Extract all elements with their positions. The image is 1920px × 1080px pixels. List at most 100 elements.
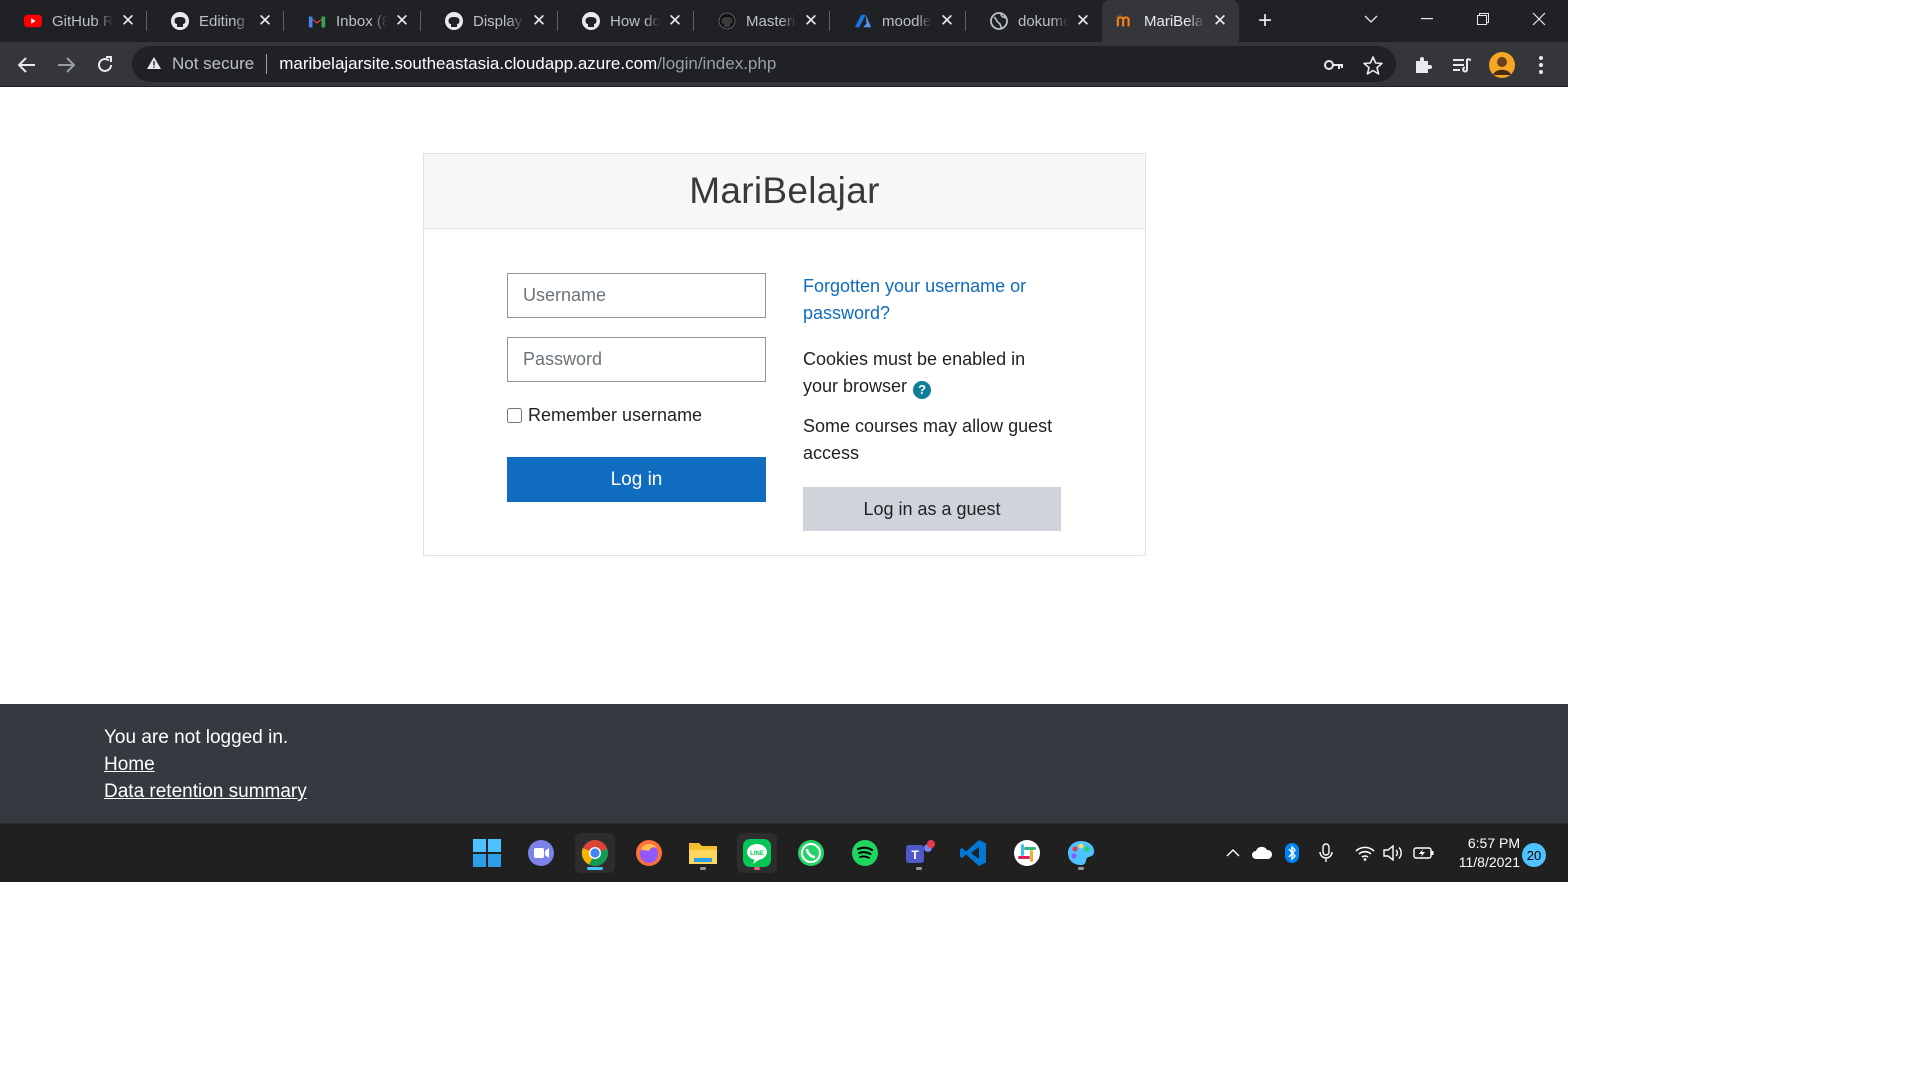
extensions-icon[interactable] bbox=[1408, 50, 1438, 80]
login-status: You are not logged in. bbox=[104, 727, 289, 748]
username-input[interactable] bbox=[507, 273, 766, 318]
tab-github-r[interactable]: GitHub R ✕ bbox=[0, 0, 147, 42]
bluetooth-icon[interactable] bbox=[1281, 842, 1303, 864]
close-tab-icon[interactable]: ✕ bbox=[1211, 11, 1229, 30]
tab-inbox[interactable]: Inbox (86 ✕ bbox=[284, 0, 421, 42]
tab-label: How do bbox=[610, 12, 660, 30]
chrome-menu-icon[interactable] bbox=[1526, 50, 1556, 80]
site-title: MariBelajar bbox=[689, 170, 880, 211]
remember-username-label: Remember username bbox=[528, 405, 703, 425]
vscode-icon[interactable] bbox=[953, 833, 993, 873]
remember-username-checkbox[interactable] bbox=[507, 408, 522, 423]
tab-label: MariBela bbox=[1144, 12, 1204, 30]
close-tab-icon[interactable]: ✕ bbox=[256, 11, 274, 30]
help-icon[interactable]: ? bbox=[913, 380, 932, 399]
guest-text: Some courses may allow guest access bbox=[803, 416, 1053, 463]
taskbar-clock[interactable]: 6:57 PM 11/8/2021 bbox=[1448, 834, 1520, 872]
forgot-password-block: Forgotten your username or password? bbox=[803, 273, 1061, 327]
key-icon[interactable] bbox=[1324, 55, 1344, 75]
page-content: MariBelajar Remember username Log in For… bbox=[0, 87, 1568, 704]
close-tab-icon[interactable]: ✕ bbox=[530, 11, 548, 30]
onedrive-icon[interactable] bbox=[1251, 842, 1273, 864]
tab-label: Editing c bbox=[199, 12, 250, 30]
close-tab-icon[interactable]: ✕ bbox=[938, 11, 956, 30]
github-icon bbox=[582, 12, 600, 30]
guest-login-button[interactable]: Log in as a guest bbox=[803, 487, 1061, 531]
guest-notice: Some courses may allow guest access bbox=[803, 413, 1061, 467]
firefox-icon[interactable] bbox=[629, 833, 669, 873]
windows-taskbar: LINE T 6:57 PM 11/8/2021 20 bbox=[0, 823, 1568, 882]
line-icon[interactable]: LINE bbox=[737, 833, 777, 873]
close-tab-icon[interactable]: ✕ bbox=[802, 11, 820, 30]
battery-charging-icon[interactable] bbox=[1413, 842, 1435, 864]
url-path[interactable]: /login/index.php bbox=[657, 54, 776, 74]
back-button[interactable] bbox=[12, 50, 42, 80]
minimize-button[interactable] bbox=[1399, 0, 1455, 38]
close-window-button[interactable] bbox=[1511, 0, 1567, 38]
remember-username[interactable]: Remember username bbox=[507, 405, 702, 426]
chrome-taskbar-icon[interactable] bbox=[575, 833, 615, 873]
tab-maribelajar[interactable]: MariBela ✕ bbox=[1102, 0, 1239, 42]
file-explorer-icon[interactable] bbox=[683, 833, 723, 873]
page-footer: You are not logged in. Home Data retenti… bbox=[0, 704, 1568, 823]
reload-button[interactable] bbox=[90, 50, 120, 80]
tab-label: moodle- bbox=[882, 12, 932, 30]
show-hidden-icons-chevron-icon[interactable] bbox=[1222, 842, 1244, 864]
microphone-icon[interactable] bbox=[1315, 842, 1337, 864]
wifi-icon[interactable] bbox=[1354, 842, 1376, 864]
login-button[interactable]: Log in bbox=[507, 457, 766, 502]
profile-avatar[interactable] bbox=[1487, 50, 1517, 80]
windows-start-icon[interactable] bbox=[467, 833, 507, 873]
gmail-icon bbox=[308, 12, 326, 30]
moodle-icon bbox=[1116, 12, 1134, 30]
whatsapp-icon[interactable] bbox=[791, 833, 831, 873]
tab-label: Displayin bbox=[473, 12, 524, 30]
slack-icon[interactable] bbox=[1007, 833, 1047, 873]
login-card: MariBelajar Remember username Log in For… bbox=[423, 153, 1146, 556]
github-icon bbox=[718, 12, 736, 30]
login-card-header: MariBelajar bbox=[424, 154, 1145, 229]
tab-label: Inbox (86 bbox=[336, 12, 387, 30]
bookmark-star-icon[interactable] bbox=[1363, 55, 1383, 75]
azure-icon bbox=[854, 12, 872, 30]
tab-moodle[interactable]: moodle- ✕ bbox=[830, 0, 966, 42]
volume-icon[interactable] bbox=[1383, 842, 1405, 864]
spotify-icon[interactable] bbox=[845, 833, 885, 873]
tab-mastering[interactable]: Masterin ✕ bbox=[694, 0, 830, 42]
notification-count-badge[interactable]: 20 bbox=[1522, 843, 1546, 867]
tab-editing[interactable]: Editing c ✕ bbox=[147, 0, 284, 42]
paint-icon[interactable] bbox=[1061, 833, 1101, 873]
cookies-notice: Cookies must be enabled in your browser? bbox=[803, 346, 1061, 400]
github-icon bbox=[171, 12, 189, 30]
forward-button[interactable] bbox=[51, 50, 81, 80]
address-bar[interactable]: Not secure maribelajarsite.southeastasia… bbox=[132, 46, 1396, 82]
tab-label: Masterin bbox=[746, 12, 796, 30]
tab-displaying[interactable]: Displayin ✕ bbox=[421, 0, 558, 42]
clock-time: 6:57 PM bbox=[1467, 835, 1520, 851]
password-input[interactable] bbox=[507, 337, 766, 382]
restore-button[interactable] bbox=[1455, 0, 1511, 38]
new-tab-button[interactable]: + bbox=[1252, 7, 1278, 34]
browser-toolbar: Not secure maribelajarsite.southeastasia… bbox=[0, 42, 1568, 87]
forgot-password-link[interactable]: Forgotten your username or password? bbox=[803, 276, 1026, 323]
url-host[interactable]: maribelajarsite.southeastasia.cloudapp.a… bbox=[279, 54, 657, 74]
tab-search-icon[interactable] bbox=[1343, 0, 1399, 38]
close-tab-icon[interactable]: ✕ bbox=[119, 11, 137, 30]
media-controls-icon[interactable] bbox=[1447, 50, 1477, 80]
url-separator bbox=[266, 54, 268, 74]
not-secure-label[interactable]: Not secure bbox=[172, 54, 254, 74]
microsoft-teams-icon[interactable]: T bbox=[899, 833, 939, 873]
tab-how-do[interactable]: How do ✕ bbox=[558, 0, 694, 42]
globe-icon bbox=[990, 12, 1008, 30]
svg-text:LINE: LINE bbox=[750, 851, 764, 857]
close-tab-icon[interactable]: ✕ bbox=[393, 11, 411, 30]
tab-label: GitHub R bbox=[52, 12, 113, 30]
clock-date: 11/8/2021 bbox=[1458, 854, 1520, 870]
teams-chat-icon[interactable] bbox=[521, 833, 561, 873]
home-link[interactable]: Home bbox=[104, 754, 155, 775]
tab-dokumen[interactable]: dokumer ✕ bbox=[966, 0, 1102, 42]
warning-icon[interactable] bbox=[146, 56, 162, 73]
close-tab-icon[interactable]: ✕ bbox=[666, 11, 684, 30]
data-retention-link[interactable]: Data retention summary bbox=[104, 781, 307, 802]
close-tab-icon[interactable]: ✕ bbox=[1074, 11, 1092, 30]
